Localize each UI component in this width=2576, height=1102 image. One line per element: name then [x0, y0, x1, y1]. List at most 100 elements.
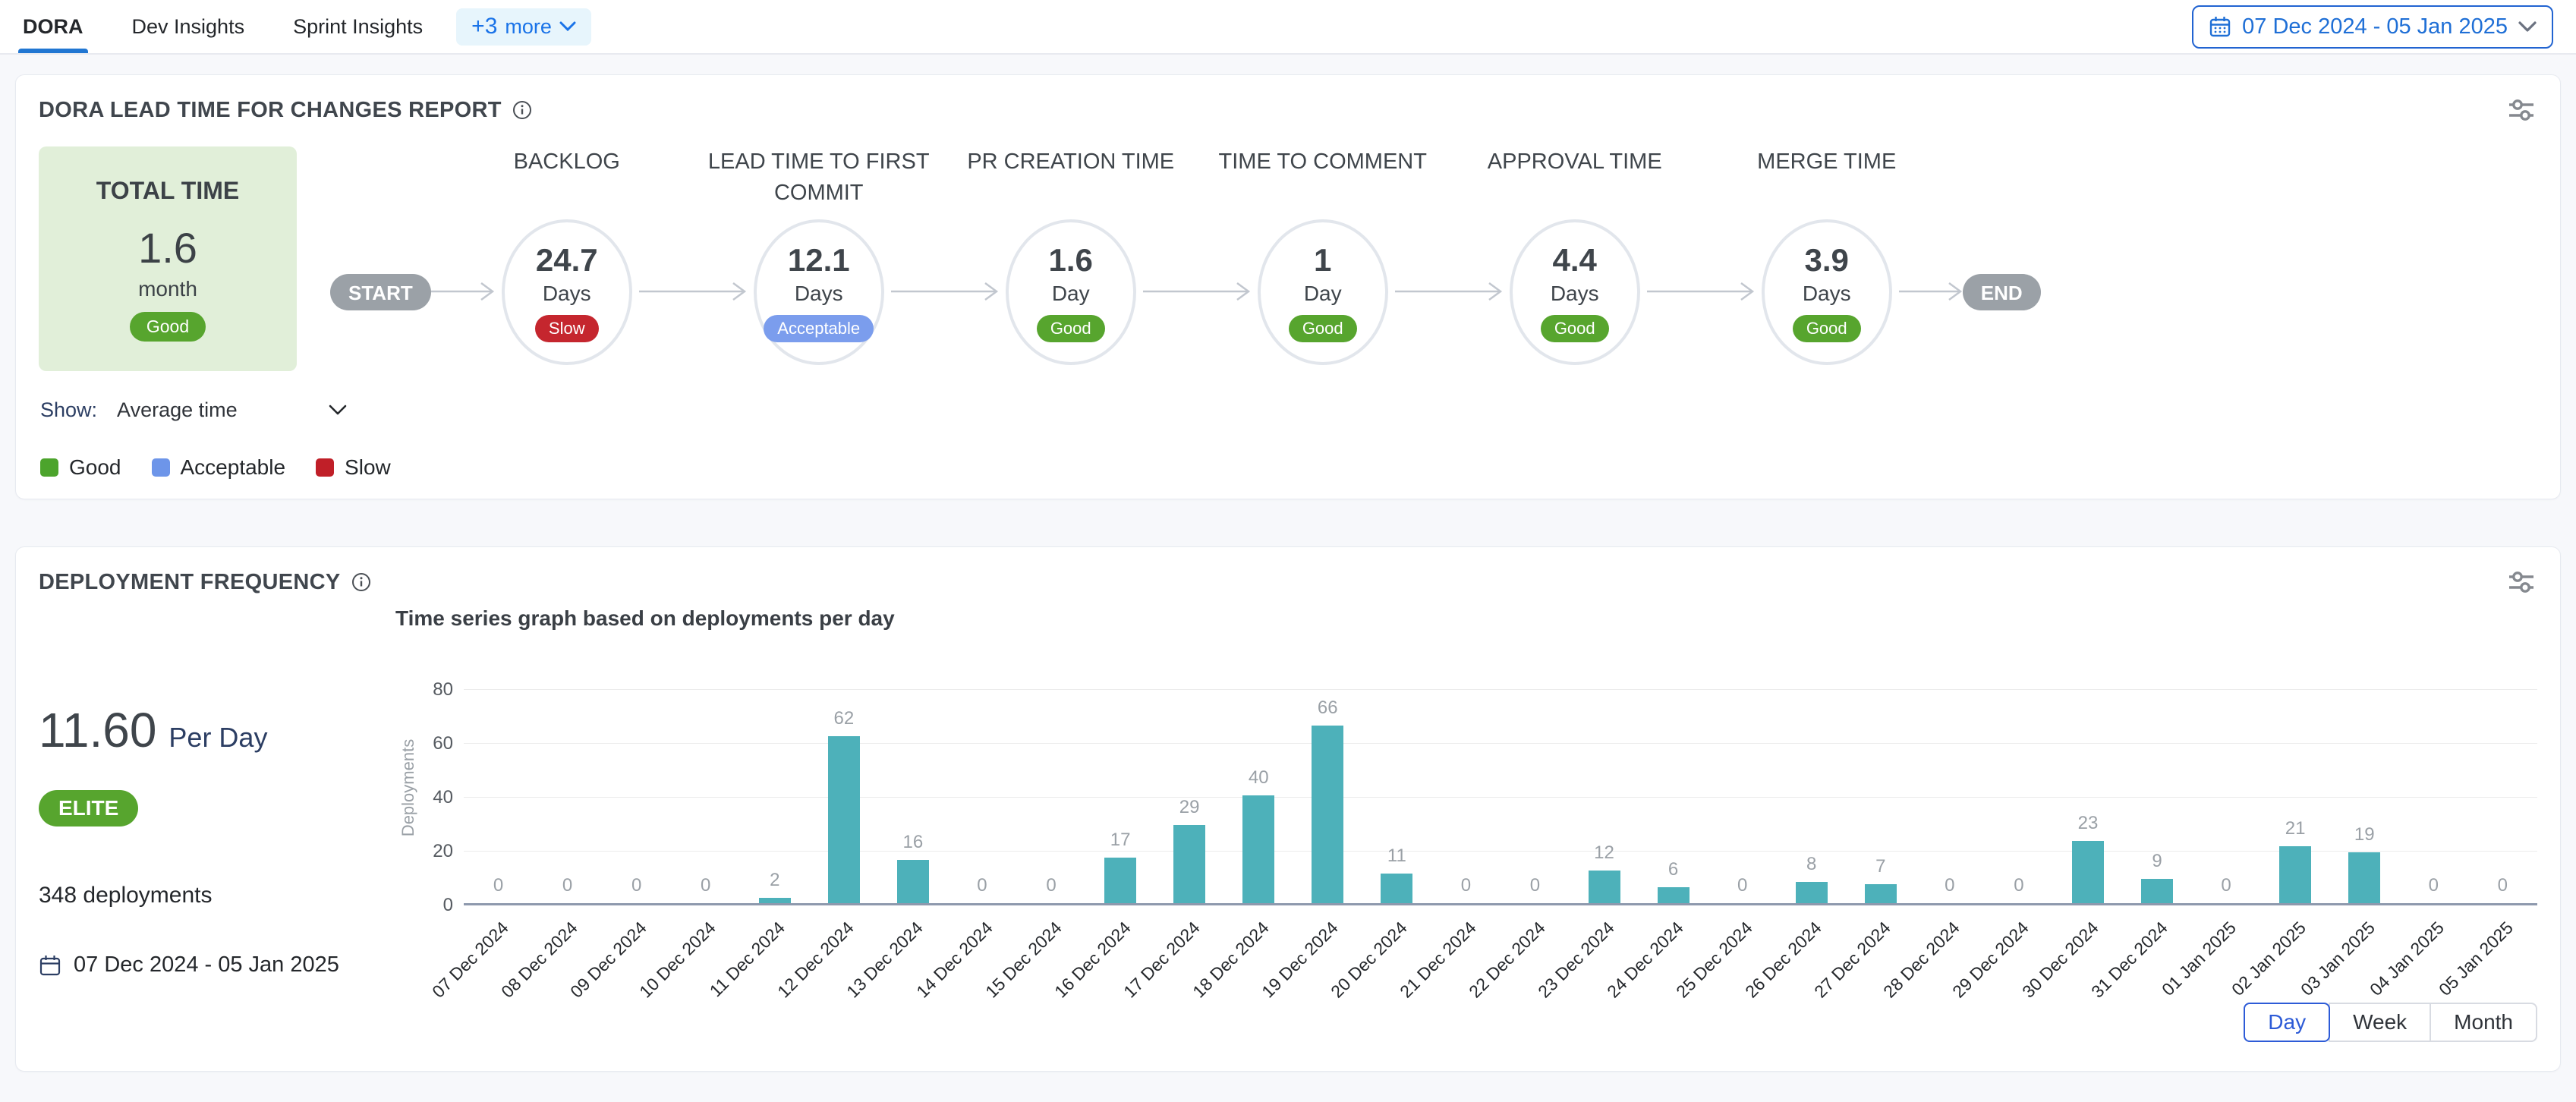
tab-dora[interactable]: DORA [23, 0, 83, 53]
stage-status-badge: Slow [535, 315, 599, 342]
granularity-month-button[interactable]: Month [2430, 1003, 2537, 1042]
stage-circle: 1.6DayGood [1006, 219, 1136, 365]
stage-unit: Day [1304, 282, 1342, 306]
filter-settings-icon[interactable] [2507, 96, 2537, 124]
bar-value-label: 8 [1806, 854, 1816, 875]
bar-value-label: 40 [1249, 767, 1269, 789]
bar-group: 931 Dec 2024 [2123, 670, 2192, 905]
stage-value: 1 [1314, 242, 1331, 279]
total-time-unit: month [138, 277, 197, 301]
bar-value-label: 29 [1179, 797, 1200, 818]
lead-time-card-title: DORA LEAD TIME FOR CHANGES REPORT [39, 98, 532, 123]
deployment-bar [1796, 882, 1828, 903]
bar-group: 1903 Jan 2025 [2330, 670, 2399, 905]
bar-value-label: 0 [977, 875, 987, 896]
deployment-bar [2348, 852, 2380, 903]
more-tabs-count: +3 [471, 15, 497, 38]
legend-swatch [40, 458, 58, 477]
y-tick-label: 20 [433, 841, 453, 862]
granularity-toggle: DayWeekMonth [2244, 1003, 2537, 1042]
stage-circle: 4.4DaysGood [1510, 219, 1640, 365]
deployment-bar [828, 736, 860, 903]
bar-value-label: 0 [1737, 875, 1747, 896]
stage-status-badge: Good [1037, 315, 1105, 342]
bar-group: 1716 Dec 2024 [1086, 670, 1155, 905]
tab-sprint-insights[interactable]: Sprint Insights [293, 0, 423, 53]
legend-label: Good [69, 455, 121, 480]
gridline [464, 851, 2537, 852]
chevron-down-icon [329, 405, 347, 416]
stage-circle: 12.1DaysAcceptable [754, 219, 884, 365]
flow-arrow [1143, 282, 1251, 301]
legend-item: Good [40, 455, 121, 480]
stage-name: LEAD TIME TO FIRST COMMIT [705, 146, 933, 219]
flow-start-badge: START [330, 274, 431, 310]
deployment-bar [1381, 874, 1412, 903]
stage-value: 24.7 [536, 242, 598, 279]
flow-arrow [1395, 282, 1503, 301]
tab-dev-insights[interactable]: Dev Insights [132, 0, 245, 53]
chevron-down-icon [2518, 21, 2537, 33]
show-metric-dropdown[interactable]: Average time [117, 398, 347, 422]
deployment-card-title: DEPLOYMENT FREQUENCY [39, 570, 371, 595]
bar-group: 2917 Dec 2024 [1155, 670, 1224, 905]
stage-unit: Days [1803, 282, 1851, 306]
bar-group: 1613 Dec 2024 [878, 670, 947, 905]
bar-group: 008 Dec 2024 [533, 670, 602, 905]
lead-time-report-card: DORA LEAD TIME FOR CHANGES REPORT TOTAL … [15, 74, 2561, 499]
more-tabs-button[interactable]: +3 more [456, 8, 591, 46]
stage-name: TIME TO COMMENT [1209, 146, 1437, 219]
bar-group: 2330 Dec 2024 [2053, 670, 2122, 905]
stage-value: 4.4 [1553, 242, 1597, 279]
flow-stage: APPROVAL TIME4.4DaysGood [1503, 146, 1647, 371]
gridline [464, 797, 2537, 798]
deployments-bar-chart: Deployments 020406080 007 Dec 2024008 De… [395, 670, 2537, 905]
bar-group: 010 Dec 2024 [671, 670, 740, 905]
chart-plot-area: 007 Dec 2024008 Dec 2024009 Dec 2024010 … [464, 670, 2537, 905]
deployment-summary-panel: 11.60 Per Day ELITE 348 deployments 07 D… [39, 603, 395, 1003]
flow-stage: MERGE TIME3.9DaysGood [1755, 146, 1899, 371]
y-tick-label: 0 [443, 895, 453, 916]
bar-value-label: 0 [701, 875, 710, 896]
bar-value-label: 9 [2152, 851, 2162, 872]
bar-group: 014 Dec 2024 [947, 670, 1016, 905]
flow-arrow [1647, 282, 1755, 301]
deployment-count: 348 deployments [39, 883, 395, 908]
deployment-rate-unit: Per Day [168, 722, 267, 754]
date-range-picker[interactable]: 07 Dec 2024 - 05 Jan 2025 [2192, 5, 2553, 49]
bar-group: 029 Dec 2024 [1984, 670, 2053, 905]
gridline [464, 689, 2537, 691]
info-icon[interactable] [512, 100, 532, 120]
bar-value-label: 0 [1945, 875, 1954, 896]
bar-group: 6619 Dec 2024 [1293, 670, 1362, 905]
deployment-bar [1173, 825, 1205, 903]
stage-value: 12.1 [788, 242, 850, 279]
filter-settings-icon[interactable] [2507, 568, 2537, 596]
granularity-week-button[interactable]: Week [2329, 1003, 2431, 1042]
bar-value-label: 0 [2429, 875, 2439, 896]
info-icon[interactable] [351, 572, 371, 592]
deployment-bar [897, 860, 929, 903]
flow-end-badge: END [1963, 274, 2041, 310]
bar-value-label: 0 [1046, 875, 1056, 896]
bar-group: 001 Jan 2025 [2192, 670, 2261, 905]
bar-value-label: 12 [1594, 842, 1614, 864]
chevron-down-icon [559, 21, 576, 32]
stage-unit: Days [543, 282, 591, 306]
deployment-bar [1865, 884, 1897, 903]
stage-status-badge: Good [1541, 315, 1609, 342]
legend-swatch [152, 458, 170, 477]
bar-group: 005 Jan 2025 [2468, 670, 2537, 905]
stage-unit: Day [1052, 282, 1090, 306]
bar-value-label: 0 [631, 875, 641, 896]
bar-group: 1223 Dec 2024 [1570, 670, 1639, 905]
granularity-day-button[interactable]: Day [2244, 1003, 2330, 1042]
performance-tier-badge: ELITE [39, 790, 138, 826]
status-legend: Good Acceptable Slow [16, 422, 2560, 480]
bar-value-label: 7 [1875, 856, 1885, 877]
legend-label: Acceptable [181, 455, 286, 480]
legend-label: Slow [345, 455, 391, 480]
bar-group: 1120 Dec 2024 [1362, 670, 1431, 905]
total-time-label: TOTAL TIME [96, 177, 239, 205]
deployment-rate-value: 11.60 [39, 702, 156, 758]
